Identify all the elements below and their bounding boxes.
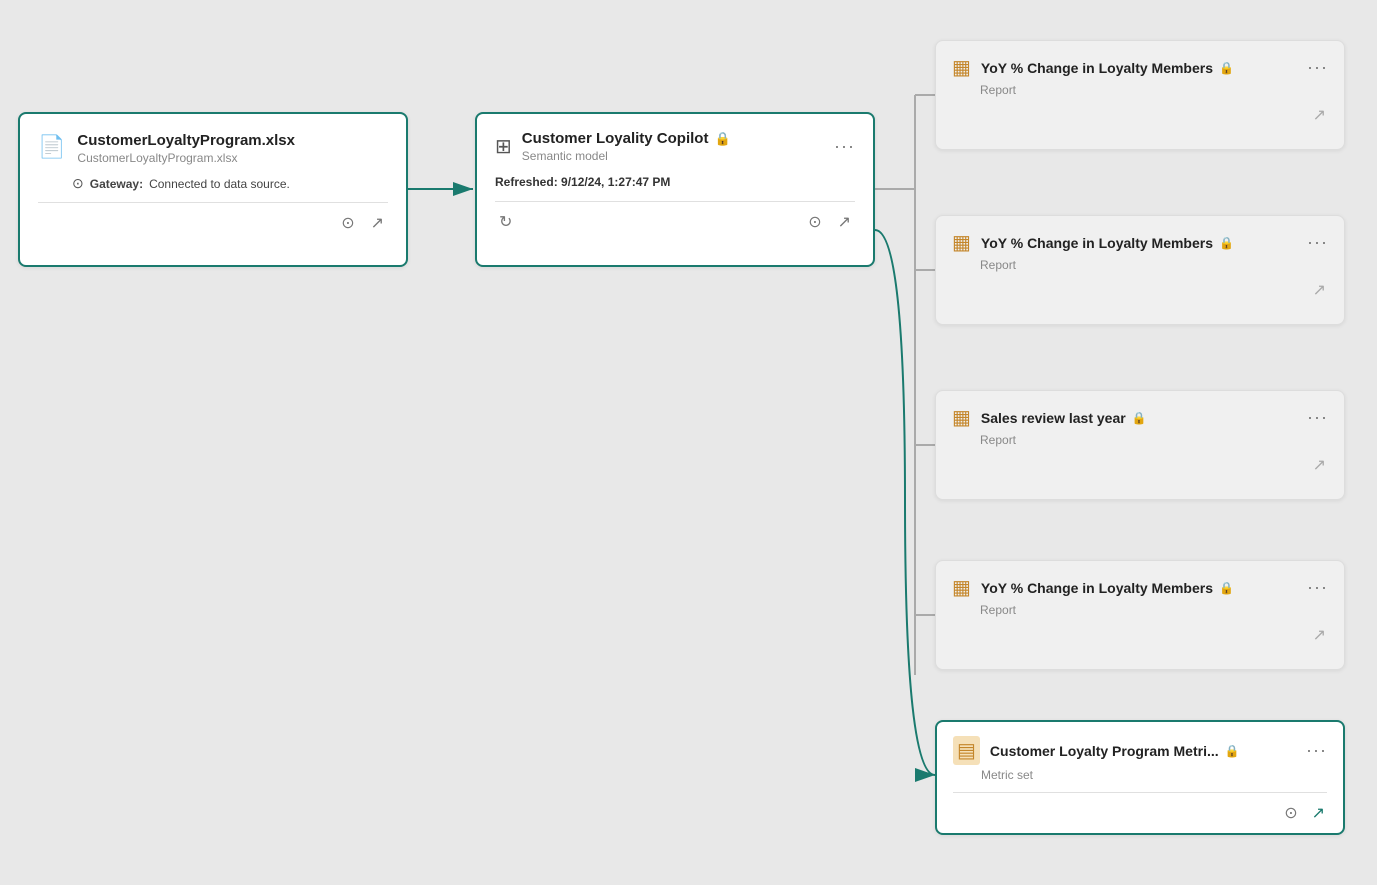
gateway-icon: ⊙ [72, 175, 84, 192]
source-card-title: CustomerLoyaltyProgram.xlsx [77, 132, 295, 149]
report-1-title: YoY % Change in Loyalty Members 🔒 [981, 60, 1297, 76]
metric-card: ▤ Customer Loyalty Program Metri... 🔒 ··… [935, 720, 1345, 835]
report-card-4-header: ▦ YoY % Change in Loyalty Members 🔒 ··· [952, 575, 1328, 600]
model-icon: ⊞ [495, 134, 512, 159]
report-3-title: Sales review last year 🔒 [981, 410, 1297, 426]
gateway-label: Gateway: [90, 177, 143, 191]
metric-icon: ▤ [953, 736, 980, 765]
report-3-type: Report [980, 433, 1328, 447]
metric-lock-icon: 🔒 [1225, 744, 1240, 758]
metric-schedule-button[interactable]: ⊙ [1282, 801, 1299, 825]
report-2-type: Report [980, 258, 1328, 272]
report-4-footer: ↗ [952, 623, 1328, 647]
metric-card-type: Metric set [981, 768, 1327, 782]
model-refresh-button[interactable]: ↻ [497, 210, 514, 234]
gateway-value: Connected to data source. [149, 177, 290, 191]
model-schedule-button[interactable]: ⊙ [806, 210, 823, 234]
model-card-type: Semantic model [522, 149, 824, 163]
report-1-type: Report [980, 83, 1328, 97]
report-1-lock-icon: 🔒 [1219, 61, 1234, 75]
model-card: ⊞ Customer Loyality Copilot 🔒 Semantic m… [475, 112, 875, 267]
report-1-footer: ↗ [952, 103, 1328, 127]
source-card-footer: ⊙ ↗ [38, 211, 388, 235]
model-header-text: Customer Loyality Copilot 🔒 Semantic mod… [522, 130, 824, 163]
report-4-link-button[interactable]: ↗ [1311, 623, 1328, 647]
report-2-title: YoY % Change in Loyalty Members 🔒 [981, 235, 1297, 251]
report-card-3-header: ▦ Sales review last year 🔒 ··· [952, 405, 1328, 430]
model-more-button[interactable]: ··· [834, 136, 855, 157]
metric-card-header: ▤ Customer Loyalty Program Metri... 🔒 ··… [953, 736, 1327, 765]
report-4-title: YoY % Change in Loyalty Members 🔒 [981, 580, 1297, 596]
model-card-title: Customer Loyality Copilot 🔒 [522, 130, 824, 147]
metric-card-title: Customer Loyalty Program Metri... 🔒 [990, 743, 1296, 759]
model-card-footer: ↻ ⊙ ↗ [495, 210, 855, 234]
model-lock-icon: 🔒 [714, 131, 730, 147]
model-link-button[interactable]: ↗ [836, 210, 853, 234]
source-link-button[interactable]: ↗ [369, 211, 386, 235]
report-4-lock-icon: 🔒 [1219, 581, 1234, 595]
canvas: 📄 CustomerLoyaltyProgram.xlsx CustomerLo… [0, 0, 1377, 885]
model-card-header: ⊞ Customer Loyality Copilot 🔒 Semantic m… [495, 130, 855, 163]
report-card-2-header: ▦ YoY % Change in Loyalty Members 🔒 ··· [952, 230, 1328, 255]
report-1-bar-icon: ▦ [952, 55, 971, 80]
report-1-link-button[interactable]: ↗ [1311, 103, 1328, 127]
model-refreshed: Refreshed: 9/12/24, 1:27:47 PM [495, 175, 855, 189]
source-schedule-button[interactable]: ⊙ [339, 211, 356, 235]
metric-more-button[interactable]: ··· [1306, 740, 1327, 761]
report-3-more-button[interactable]: ··· [1307, 407, 1328, 428]
gateway-row: ⊙ Gateway: Connected to data source. [72, 175, 388, 192]
source-card-header: 📄 CustomerLoyaltyProgram.xlsx CustomerLo… [38, 132, 388, 165]
report-card-4: ▦ YoY % Change in Loyalty Members 🔒 ··· … [935, 560, 1345, 670]
source-card: 📄 CustomerLoyaltyProgram.xlsx CustomerLo… [18, 112, 408, 267]
metric-card-footer: ⊙ ↗ [953, 801, 1327, 825]
report-3-bar-icon: ▦ [952, 405, 971, 430]
report-card-3: ▦ Sales review last year 🔒 ··· Report ↗ [935, 390, 1345, 500]
report-card-1-header: ▦ YoY % Change in Loyalty Members 🔒 ··· [952, 55, 1328, 80]
metric-link-button[interactable]: ↗ [1310, 801, 1327, 825]
source-card-text: CustomerLoyaltyProgram.xlsx CustomerLoya… [77, 132, 295, 165]
report-2-footer: ↗ [952, 278, 1328, 302]
file-icon: 📄 [38, 134, 65, 160]
report-3-lock-icon: 🔒 [1132, 411, 1147, 425]
report-card-1: ▦ YoY % Change in Loyalty Members 🔒 ··· … [935, 40, 1345, 150]
source-card-subtitle: CustomerLoyaltyProgram.xlsx [77, 151, 295, 165]
report-card-2: ▦ YoY % Change in Loyalty Members 🔒 ··· … [935, 215, 1345, 325]
report-1-more-button[interactable]: ··· [1307, 57, 1328, 78]
report-4-more-button[interactable]: ··· [1307, 577, 1328, 598]
report-4-type: Report [980, 603, 1328, 617]
report-2-lock-icon: 🔒 [1219, 236, 1234, 250]
report-2-link-button[interactable]: ↗ [1311, 278, 1328, 302]
report-2-more-button[interactable]: ··· [1307, 232, 1328, 253]
report-4-bar-icon: ▦ [952, 575, 971, 600]
report-2-bar-icon: ▦ [952, 230, 971, 255]
report-3-footer: ↗ [952, 453, 1328, 477]
report-3-link-button[interactable]: ↗ [1311, 453, 1328, 477]
